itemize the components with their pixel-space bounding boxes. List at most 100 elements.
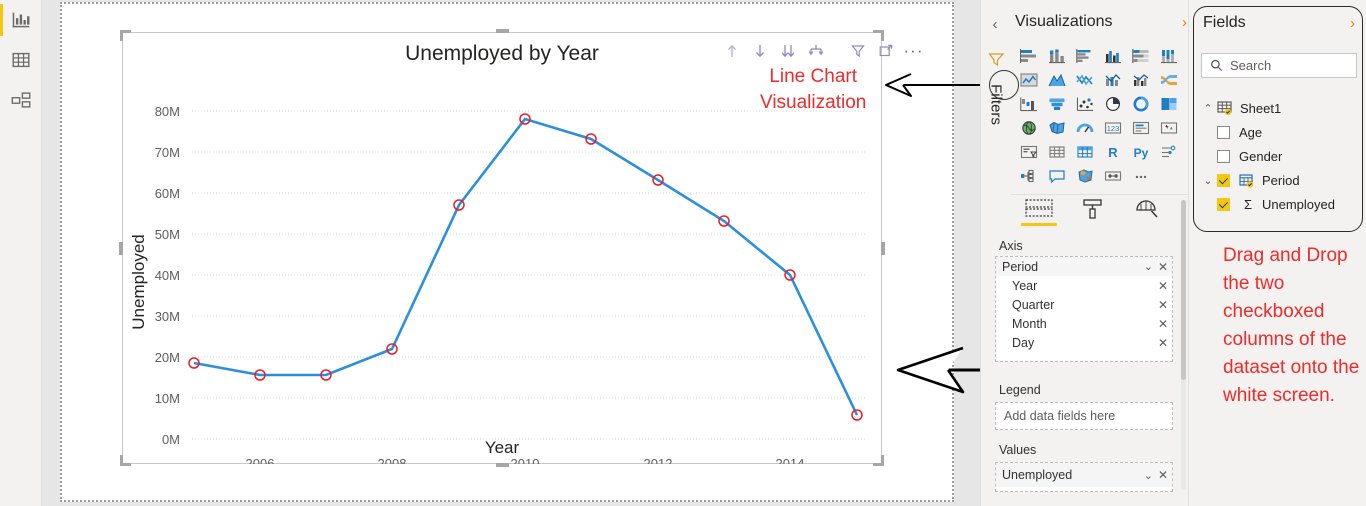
axis-field-year[interactable]: Year ✕ xyxy=(996,276,1172,295)
tree-item-gender[interactable]: Gender xyxy=(1199,144,1361,168)
axis-field-label: Quarter xyxy=(1012,297,1055,312)
pie-chart-icon[interactable] xyxy=(1099,92,1127,116)
expand-pane-icon[interactable]: › xyxy=(1182,14,1187,31)
svg-text:10M: 10M xyxy=(155,391,180,406)
axis-field-month[interactable]: Month ✕ xyxy=(996,314,1172,333)
line-stacked-column-chart-icon[interactable] xyxy=(1099,68,1127,92)
scatter-chart-icon[interactable] xyxy=(1071,92,1099,116)
key-influencers-icon[interactable] xyxy=(1155,140,1183,164)
legend-well-label: Legend xyxy=(999,383,1041,397)
gauge-icon[interactable] xyxy=(1071,116,1099,140)
tree-item-unemployed[interactable]: Σ Unemployed xyxy=(1199,192,1361,216)
power-bi-desktop-window: ··· Unemployed by Year 80M 70M 60M 50M 4… xyxy=(0,0,1366,506)
chevron-down-icon[interactable]: ⌄ xyxy=(1199,174,1217,187)
table-icon xyxy=(1217,101,1235,115)
visualizations-pane: ‹ Filters Visualizations › 123 ▲ R Py Ax… xyxy=(980,0,1189,506)
map-icon[interactable] xyxy=(1015,116,1043,140)
analytics-tab[interactable] xyxy=(1129,198,1165,232)
values-field-unemployed[interactable]: Unemployed ⌄ ✕ xyxy=(996,463,1172,487)
remove-field-icon[interactable]: ✕ xyxy=(1158,260,1168,274)
fields-pane: Fields › Search ⌃ Sheet1 Age Gender ⌄ Pe… xyxy=(1188,0,1366,506)
fields-pane-icon xyxy=(1025,199,1053,217)
checkbox-period[interactable] xyxy=(1217,173,1230,187)
chart-gridlines xyxy=(192,110,867,440)
100-stacked-bar-chart-icon[interactable] xyxy=(1127,44,1155,68)
line-clustered-column-chart-icon[interactable] xyxy=(1127,68,1155,92)
y-axis-title: Unemployed xyxy=(129,234,148,329)
svg-text:20M: 20M xyxy=(155,350,180,365)
sidebar-item-report-view[interactable] xyxy=(0,0,42,40)
tree-item-label: Unemployed xyxy=(1262,196,1335,212)
100-stacked-column-chart-icon[interactable] xyxy=(1155,44,1183,68)
collapse-pane-icon[interactable]: ‹ xyxy=(985,14,1005,34)
tree-item-label: Gender xyxy=(1239,148,1283,164)
chevron-up-icon[interactable]: ⌃ xyxy=(1199,102,1217,115)
sidebar-item-model-view[interactable] xyxy=(0,80,42,120)
tree-item-sheet1[interactable]: ⌃ Sheet1 xyxy=(1199,96,1361,120)
ribbon-chart-icon[interactable] xyxy=(1155,68,1183,92)
decomposition-tree-icon[interactable] xyxy=(1015,164,1043,188)
kpi-icon[interactable]: ▲ xyxy=(1155,116,1183,140)
funnel-chart-icon[interactable] xyxy=(1043,92,1071,116)
slicer-icon[interactable] xyxy=(1015,140,1043,164)
stacked-bar-chart-icon[interactable] xyxy=(1015,44,1043,68)
svg-text:30M: 30M xyxy=(155,309,180,324)
area-chart-icon[interactable] xyxy=(1043,68,1071,92)
format-tab[interactable] xyxy=(1075,198,1111,232)
funnel-icon xyxy=(988,53,1005,67)
more-options-icon[interactable]: ··· xyxy=(904,42,923,61)
waterfall-chart-icon[interactable] xyxy=(1015,92,1043,116)
more-visuals-icon[interactable] xyxy=(1127,164,1155,188)
axis-field-day[interactable]: Day ✕ xyxy=(996,333,1172,352)
r-script-visual-icon[interactable]: R xyxy=(1099,140,1127,164)
paginated-report-icon[interactable] xyxy=(1099,164,1127,188)
python-visual-icon[interactable]: Py xyxy=(1127,140,1155,164)
axis-field-quarter[interactable]: Quarter ✕ xyxy=(996,295,1172,314)
checkbox-age[interactable] xyxy=(1217,125,1230,139)
legend-well[interactable]: Add data fields here xyxy=(995,402,1173,430)
left-navigation-rail xyxy=(0,0,42,506)
svg-text:40M: 40M xyxy=(155,268,180,283)
clustered-column-chart-icon[interactable] xyxy=(1099,44,1127,68)
fields-tab[interactable] xyxy=(1021,198,1057,232)
chevron-down-icon[interactable]: ⌄ xyxy=(1144,260,1153,273)
sidebar-item-data-view[interactable] xyxy=(0,40,42,80)
values-well[interactable]: Unemployed ⌄ ✕ xyxy=(995,462,1173,492)
search-input[interactable]: Search xyxy=(1201,53,1357,78)
line-chart-icon[interactable] xyxy=(1015,68,1043,92)
expand-pane-icon[interactable]: › xyxy=(1350,15,1355,32)
remove-field-icon[interactable]: ✕ xyxy=(1158,468,1168,482)
remove-field-icon[interactable]: ✕ xyxy=(1158,298,1168,312)
multi-row-card-icon[interactable] xyxy=(1127,116,1155,140)
matrix-icon[interactable] xyxy=(1071,140,1099,164)
svg-text:▲: ▲ xyxy=(1165,123,1169,128)
paint-roller-icon xyxy=(1083,199,1102,219)
stacked-area-chart-icon[interactable] xyxy=(1071,68,1099,92)
scrollbar-thumb[interactable] xyxy=(1181,200,1186,380)
card-icon[interactable]: 123 xyxy=(1099,116,1127,140)
treemap-icon[interactable] xyxy=(1155,92,1183,116)
checkbox-unemployed[interactable] xyxy=(1217,197,1230,211)
tree-item-period[interactable]: ⌄ Period xyxy=(1199,168,1361,192)
arcgis-map-icon[interactable] xyxy=(1071,164,1099,188)
search-icon xyxy=(1211,59,1223,72)
table-icon[interactable] xyxy=(1043,140,1071,164)
tree-item-age[interactable]: Age xyxy=(1199,120,1361,144)
x-axis-title: Year xyxy=(484,438,520,457)
visualizations-pane-scrollbar[interactable] xyxy=(1181,200,1186,490)
donut-chart-icon[interactable] xyxy=(1127,92,1155,116)
filled-map-icon[interactable] xyxy=(1043,116,1071,140)
annotation-line-chart: Line Chart Visualization xyxy=(760,66,867,113)
axis-field-period[interactable]: Period ⌄ ✕ xyxy=(996,257,1172,276)
fields-tree: ⌃ Sheet1 Age Gender ⌄ Period Σ Unemploye… xyxy=(1199,96,1361,216)
checkbox-gender[interactable] xyxy=(1217,149,1230,163)
axis-field-label: Period xyxy=(1002,259,1039,274)
axis-well[interactable]: Period ⌄ ✕ Year ✕ Quarter ✕ Month ✕ Day … xyxy=(995,256,1173,362)
qna-icon[interactable] xyxy=(1043,164,1071,188)
remove-field-icon[interactable]: ✕ xyxy=(1158,279,1168,293)
stacked-column-chart-icon[interactable] xyxy=(1043,44,1071,68)
remove-field-icon[interactable]: ✕ xyxy=(1158,317,1168,331)
chevron-down-icon[interactable]: ⌄ xyxy=(1144,469,1153,482)
remove-field-icon[interactable]: ✕ xyxy=(1158,336,1168,350)
clustered-bar-chart-icon[interactable] xyxy=(1071,44,1099,68)
